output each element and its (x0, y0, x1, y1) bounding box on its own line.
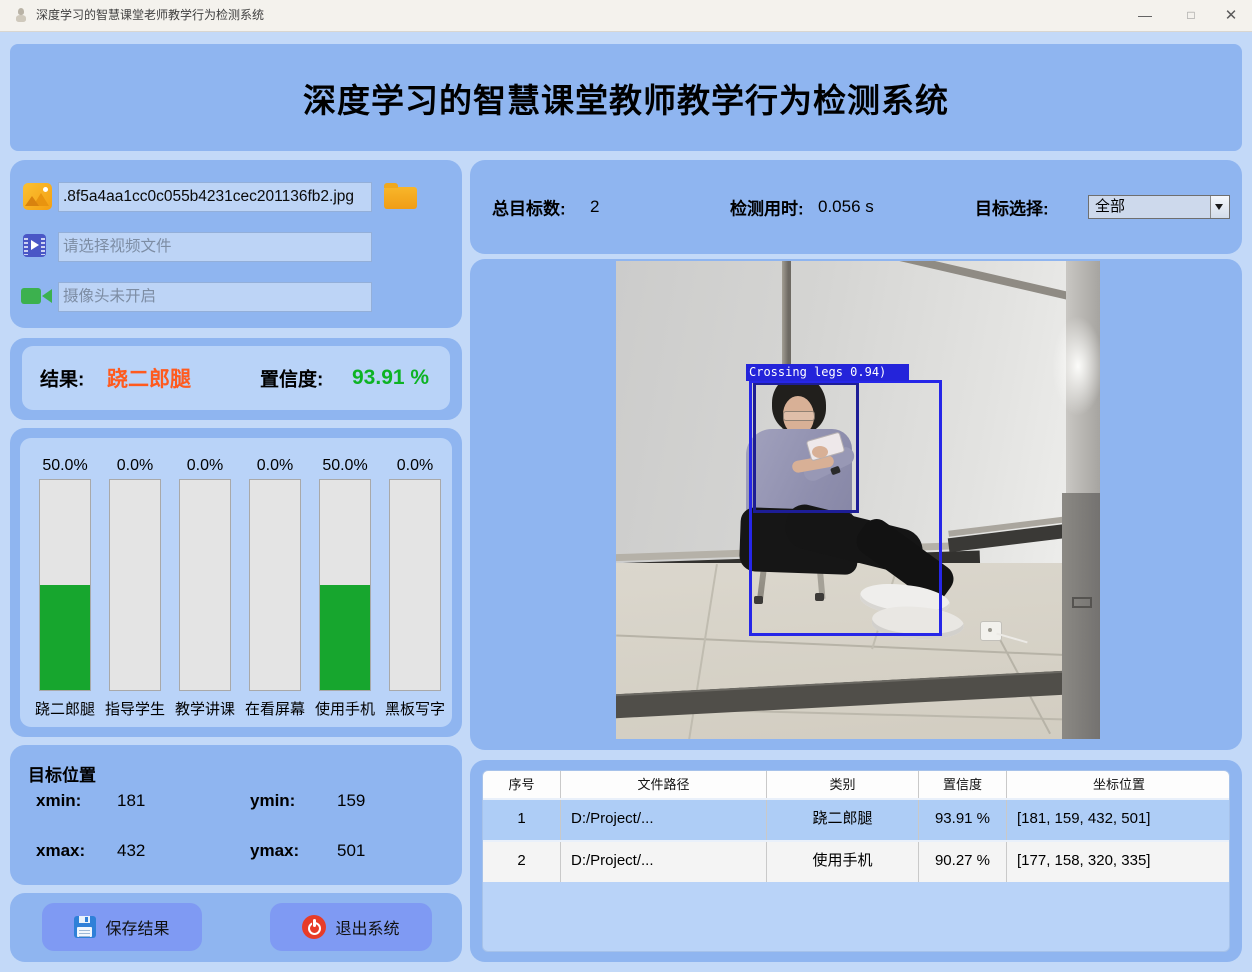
result-value: 跷二郎腿 (107, 368, 191, 391)
detect-time-value: 0.056 s (818, 197, 874, 216)
bar-percent: 0.0% (256, 457, 294, 474)
bar-track (109, 479, 161, 691)
bar-track (39, 479, 91, 691)
bar-label: 在看屏幕 (244, 701, 305, 718)
app-icon (14, 8, 28, 22)
minimize-button[interactable]: — (1128, 0, 1162, 31)
open-folder-icon[interactable] (384, 183, 417, 209)
camera-status-input[interactable]: 摄像头未开启 (58, 282, 372, 312)
header-banner: 深度学习的智慧课堂教师教学行为检测系统 (10, 44, 1242, 151)
bar-label: 教学讲课 (174, 701, 235, 718)
save-results-button[interactable]: 保存结果 (42, 903, 202, 951)
exit-system-button[interactable]: 退出系统 (270, 903, 432, 951)
target-select-label: 目标选择: (975, 199, 1049, 219)
bar-label: 跷二郎腿 (34, 701, 95, 718)
cell-class: 使用手机 (767, 842, 919, 882)
ymin-label: ymin: (250, 791, 296, 810)
behavior-bar-col: 0.0% 教学讲课 (170, 453, 240, 719)
image-viewer-panel: Crossing legs 0.94) (470, 259, 1242, 750)
actions-panel: 保存结果 退出系统 (10, 893, 462, 962)
dropdown-button[interactable] (1210, 196, 1229, 218)
detection-box-crossing-legs (749, 380, 942, 636)
cell-coords: [181, 159, 432, 501] (1017, 810, 1151, 827)
header-coords: 坐标位置 (1092, 777, 1145, 792)
image-path-input[interactable]: .8f5a4aa1cc0c055b4231cec201136fb2.jpg (58, 182, 372, 212)
cell-filepath: D:/Project/... (561, 842, 767, 882)
bar-label: 黑板写字 (384, 701, 445, 718)
behavior-bar-col: 0.0% 指导学生 (100, 453, 170, 719)
exit-button-label: 退出系统 (335, 921, 400, 938)
confidence-label: 置信度: (260, 369, 324, 391)
image-file-icon (23, 183, 52, 210)
target-select-dropdown[interactable]: 全部 (1088, 195, 1230, 219)
bar-fill (40, 585, 90, 690)
bar-label: 指导学生 (104, 701, 165, 718)
titlebar: 深度学习的智慧课堂老师教学行为检测系统 — □ ✕ (0, 0, 1252, 32)
total-targets-value: 2 (590, 197, 600, 216)
bar-percent: 50.0% (42, 457, 88, 474)
close-button[interactable]: ✕ (1214, 0, 1248, 31)
save-button-label: 保存结果 (105, 921, 170, 938)
header-class: 类别 (767, 771, 919, 798)
header-index: 序号 (483, 771, 561, 798)
confidence-value: 93.91 % (352, 366, 430, 389)
chevron-down-icon (1215, 204, 1223, 214)
header-confidence: 置信度 (919, 771, 1007, 798)
results-table-panel: 序号 文件路径 类别 置信度 坐标位置 1 D:/Project/... 跷二郎… (470, 760, 1242, 962)
bar-track (179, 479, 231, 691)
ymax-value: 501 (337, 841, 366, 860)
behavior-bars-panel: 50.0% 跷二郎腿 0.0% 指导学生 0.0% 教学讲课 0.0% 在看屏幕… (10, 428, 462, 737)
detection-image: Crossing legs 0.94) (616, 261, 1100, 739)
camera-icon (21, 287, 53, 305)
table-header-row: 序号 文件路径 类别 置信度 坐标位置 (483, 771, 1229, 798)
maximize-button[interactable]: □ (1174, 0, 1208, 31)
behavior-bar-col: 50.0% 跷二郎腿 (30, 453, 100, 719)
bar-fill (320, 585, 370, 690)
results-table: 序号 文件路径 类别 置信度 坐标位置 1 D:/Project/... 跷二郎… (482, 770, 1230, 952)
cell-confidence: 90.27 % (919, 842, 1007, 882)
cell-class: 跷二郎腿 (767, 800, 919, 840)
behavior-bar-col: 0.0% 在看屏幕 (240, 453, 310, 719)
save-icon (74, 916, 97, 938)
bar-percent: 0.0% (186, 457, 224, 474)
xmin-label: xmin: (36, 791, 82, 810)
bar-track (319, 479, 371, 691)
bar-label: 使用手机 (314, 701, 375, 718)
cell-index: 2 (483, 842, 561, 882)
header-filepath: 文件路径 (561, 771, 767, 798)
cell-filepath: D:/Project/... (561, 800, 767, 840)
detect-time-label: 检测用时: (730, 199, 804, 219)
total-targets-label: 总目标数: (492, 199, 566, 219)
ymin-value: 159 (337, 791, 366, 810)
bar-track (389, 479, 441, 691)
bar-track (249, 479, 301, 691)
cell-confidence: 93.91 % (919, 800, 1007, 840)
ymax-label: ymax: (250, 841, 300, 860)
result-panel: 结果: 跷二郎腿 置信度: 93.91 % (10, 338, 462, 420)
stats-panel: 总目标数: 2 检测用时: 0.056 s 目标选择: 全部 (470, 160, 1242, 254)
bar-percent: 0.0% (396, 457, 434, 474)
cell-index: 1 (483, 800, 561, 840)
video-file-icon (23, 234, 46, 257)
window-title: 深度学习的智慧课堂老师教学行为检测系统 (36, 8, 265, 22)
behavior-bar-col: 50.0% 使用手机 (310, 453, 380, 719)
table-row[interactable]: 2 D:/Project/... 使用手机 90.27 % [177, 158,… (483, 840, 1229, 882)
xmax-value: 432 (117, 841, 146, 860)
result-label: 结果: (40, 369, 85, 391)
detection-label: Crossing legs 0.94) (746, 364, 909, 381)
bar-percent: 0.0% (116, 457, 154, 474)
behavior-bar-col: 0.0% 黑板写字 (380, 453, 450, 719)
power-icon (302, 915, 327, 939)
file-input-panel: .8f5a4aa1cc0c055b4231cec201136fb2.jpg 请选… (10, 160, 462, 328)
video-path-input[interactable]: 请选择视频文件 (58, 232, 372, 262)
target-position-panel: 目标位置 xmin: 181 ymin: 159 xmax: 432 ymax:… (10, 745, 462, 885)
xmin-value: 181 (117, 791, 146, 810)
target-select-value: 全部 (1095, 198, 1126, 215)
table-row[interactable]: 1 D:/Project/... 跷二郎腿 93.91 % [181, 159,… (483, 798, 1229, 840)
target-position-title: 目标位置 (28, 766, 96, 785)
cell-coords: [177, 158, 320, 335] (1017, 852, 1151, 869)
bar-percent: 50.0% (322, 457, 368, 474)
xmax-label: xmax: (36, 841, 86, 860)
page-title: 深度学习的智慧课堂教师教学行为检测系统 (303, 81, 949, 119)
